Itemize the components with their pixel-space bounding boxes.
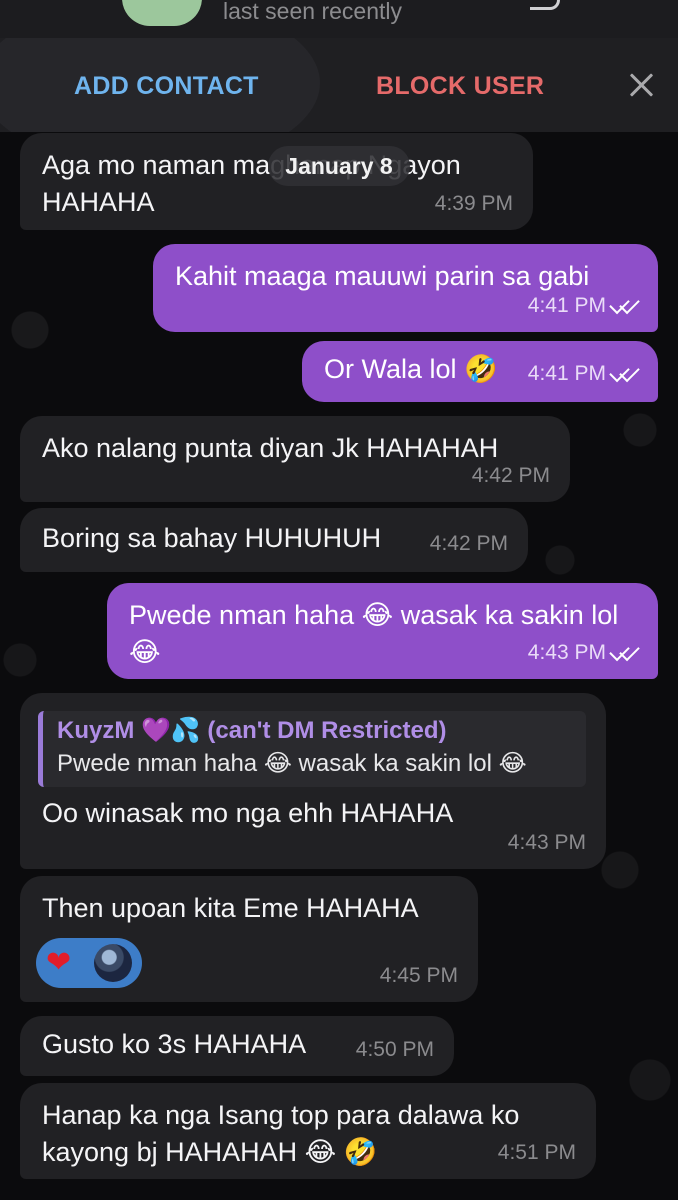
add-contact-button[interactable]: ADD CONTACT	[74, 72, 259, 101]
message-time: 4:51 PM	[497, 1141, 576, 1164]
message-bubble[interactable]: Kahit maaga mauuwi parin sa gabi 4:41 PM	[153, 244, 658, 332]
reply-text: Pwede nman haha 😂 wasak ka sakin lol 😂	[57, 750, 527, 777]
message-time: 4:50 PM	[355, 1038, 434, 1061]
message-bubble[interactable]: Ako nalang punta diyan Jk HAHAHAH 4:42 P…	[20, 416, 570, 502]
date-separator: January 8	[268, 146, 410, 186]
message-time: 4:43 PM	[528, 634, 642, 671]
reply-author: KuyzM 💜💦 (can't DM Restricted)	[57, 717, 447, 744]
message-text: Then upoan kita Eme HAHAHA	[42, 893, 419, 923]
heart-reaction-icon: ❤	[46, 946, 72, 979]
close-icon[interactable]	[626, 70, 656, 100]
message-time: 4:43 PM	[507, 831, 586, 854]
call-icon[interactable]	[530, 0, 560, 10]
message-bubble[interactable]: KuyzM 💜💦 (can't DM Restricted) Pwede nma…	[20, 693, 606, 869]
message-time: 4:42 PM	[471, 464, 550, 487]
message-time: 4:41 PM	[528, 287, 642, 324]
message-time: 4:42 PM	[429, 532, 508, 555]
message-bubble[interactable]: Boring sa bahay HUHUHUH 4:42 PM	[20, 508, 528, 572]
last-seen-status: last seen recently	[223, 0, 402, 24]
contact-action-bar: ADD CONTACT BLOCK USER	[0, 38, 678, 132]
message-bubble[interactable]: Pwede nman haha 😂 wasak ka sakin lol 😂 4…	[107, 583, 658, 679]
message-bubble[interactable]: Or Wala lol 🤣 4:41 PM	[302, 341, 658, 402]
message-time: 4:39 PM	[434, 192, 513, 215]
message-time: 4:41 PM	[528, 355, 642, 392]
message-bubble[interactable]: Hanap ka nga Isang top para dalawa ko ka…	[20, 1083, 596, 1179]
read-ticks-icon	[609, 640, 642, 662]
message-bubble[interactable]: Then upoan kita Eme HAHAHA ❤ 4:45 PM	[20, 876, 478, 1002]
chat-header[interactable]: last seen recently	[0, 0, 678, 38]
message-time: 4:45 PM	[379, 964, 458, 987]
message-text: Oo winasak mo nga ehh HAHAHA	[42, 798, 454, 828]
message-time-label: 4:43 PM	[527, 641, 606, 664]
read-ticks-icon	[609, 293, 642, 315]
message-time-label: 4:41 PM	[527, 362, 606, 385]
reactor-avatar	[94, 944, 132, 982]
message-time-label: 4:41 PM	[527, 294, 606, 317]
read-ticks-icon	[609, 361, 642, 383]
reactions-pill[interactable]: ❤	[36, 938, 142, 988]
reply-quote[interactable]: KuyzM 💜💦 (can't DM Restricted) Pwede nma…	[38, 711, 586, 787]
contact-avatar[interactable]	[122, 0, 202, 26]
message-bubble[interactable]: Gusto ko 3s HAHAHA 4:50 PM	[20, 1016, 454, 1076]
block-user-button[interactable]: BLOCK USER	[376, 72, 544, 101]
